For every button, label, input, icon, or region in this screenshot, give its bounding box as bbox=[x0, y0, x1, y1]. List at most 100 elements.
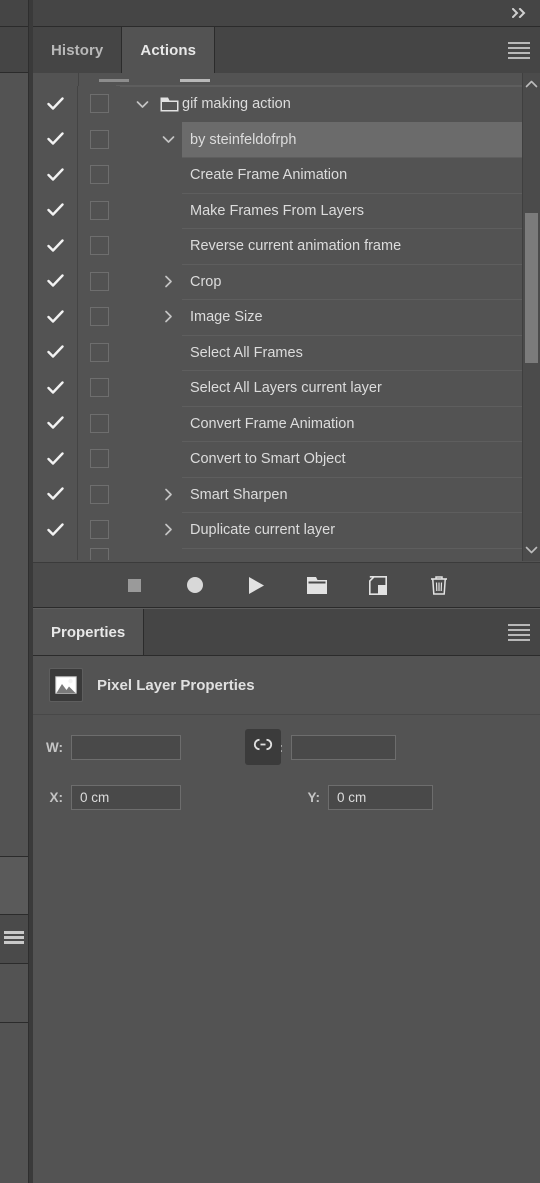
table-row[interactable]: by steinfeldofrph bbox=[33, 121, 523, 158]
chevron-down-icon[interactable] bbox=[128, 100, 156, 109]
properties-fields: W: H: bbox=[33, 728, 540, 816]
chevron-right-icon[interactable] bbox=[154, 310, 182, 323]
row-content: Crop bbox=[120, 263, 523, 300]
chevron-right-icon[interactable] bbox=[154, 488, 182, 501]
toggle-box bbox=[89, 94, 109, 114]
action-dialog-toggle[interactable] bbox=[78, 441, 120, 477]
width-input[interactable] bbox=[71, 734, 181, 760]
checkmark-icon bbox=[46, 345, 64, 359]
row-inner: Convert to Smart Object bbox=[182, 441, 523, 477]
checkmark-icon bbox=[46, 452, 64, 466]
record-circle-icon bbox=[187, 577, 203, 593]
action-dialog-toggle[interactable] bbox=[78, 370, 120, 406]
action-dialog-toggle[interactable] bbox=[78, 157, 120, 193]
tab-actions[interactable]: Actions bbox=[122, 27, 216, 73]
action-dialog-toggle[interactable] bbox=[78, 406, 120, 442]
table-row[interactable]: Select All Frames bbox=[33, 334, 523, 371]
scrollbar-thumb[interactable] bbox=[525, 213, 538, 363]
action-dialog-toggle[interactable] bbox=[78, 512, 120, 548]
x-input[interactable]: 0 cm bbox=[71, 784, 181, 810]
height-input[interactable] bbox=[291, 734, 396, 760]
actions-panel-tabbar: History Actions bbox=[33, 27, 540, 74]
photoshop-panel-screenshot: History Actions gif making action by ste… bbox=[0, 0, 540, 1183]
action-enabled-checkbox[interactable] bbox=[33, 86, 78, 122]
table-row[interactable]: Convert to Smart Object bbox=[33, 441, 523, 477]
chevron-down-icon[interactable] bbox=[154, 135, 182, 144]
delete-button[interactable] bbox=[425, 571, 453, 599]
action-enabled-checkbox[interactable] bbox=[33, 228, 78, 264]
toggle-box bbox=[89, 236, 109, 256]
action-enabled-checkbox[interactable] bbox=[33, 370, 78, 406]
actions-scrollbar[interactable] bbox=[522, 73, 540, 561]
checkmark-icon bbox=[46, 274, 64, 288]
action-dialog-toggle[interactable] bbox=[78, 228, 120, 264]
action-label: Convert Frame Animation bbox=[190, 415, 355, 432]
action-label: Image Size bbox=[190, 309, 263, 326]
dock-collapse-bar[interactable] bbox=[33, 0, 540, 27]
left-edge-tab-strip[interactable] bbox=[0, 27, 30, 73]
y-label: Y: bbox=[307, 789, 321, 805]
table-row[interactable]: Smart Sharpen bbox=[33, 476, 523, 513]
properties-title: Pixel Layer Properties bbox=[97, 676, 255, 694]
left-edge-collapse-strip[interactable] bbox=[0, 0, 30, 27]
tab-history[interactable]: History bbox=[33, 27, 123, 73]
action-dialog-toggle[interactable] bbox=[78, 335, 120, 371]
row-content: Convert to Smart Object bbox=[120, 441, 523, 477]
toggle-box bbox=[89, 413, 109, 433]
table-row[interactable]: Duplicate current layer bbox=[33, 512, 523, 548]
chevron-right-icon[interactable] bbox=[154, 275, 182, 288]
stop-button[interactable] bbox=[120, 571, 148, 599]
table-row[interactable]: Reverse current animation frame bbox=[33, 228, 523, 264]
action-enabled-checkbox[interactable] bbox=[33, 441, 78, 477]
action-dialog-toggle[interactable] bbox=[78, 122, 120, 158]
tab-properties[interactable]: Properties bbox=[33, 609, 145, 655]
action-dialog-toggle[interactable] bbox=[78, 86, 120, 122]
action-enabled-checkbox[interactable] bbox=[33, 405, 78, 441]
action-enabled-checkbox[interactable] bbox=[33, 512, 78, 548]
table-row[interactable]: Convert Frame Animation bbox=[33, 405, 523, 442]
scroll-down-arrow-icon[interactable] bbox=[523, 541, 540, 559]
table-row[interactable]: Select All Layers current layer bbox=[33, 370, 523, 406]
action-enabled-checkbox[interactable] bbox=[33, 476, 78, 512]
table-row[interactable]: Crop bbox=[33, 263, 523, 300]
double-chevron-right-icon[interactable] bbox=[512, 8, 530, 18]
table-row[interactable]: Image Size bbox=[33, 299, 523, 335]
action-dialog-toggle[interactable] bbox=[78, 299, 120, 335]
record-button[interactable] bbox=[181, 571, 209, 599]
row-inner: Smart Sharpen bbox=[182, 476, 523, 513]
action-label: by steinfeldofrph bbox=[190, 131, 297, 148]
checkmark-icon bbox=[46, 239, 64, 253]
properties-panel-menu-icon[interactable] bbox=[508, 624, 530, 641]
y-input[interactable]: 0 cm bbox=[328, 784, 433, 810]
action-enabled-checkbox[interactable] bbox=[33, 299, 78, 335]
toggle-box bbox=[89, 378, 109, 398]
wh-field-row: W: H: bbox=[33, 728, 540, 766]
action-dialog-toggle[interactable] bbox=[78, 193, 120, 229]
left-edge-hamburger-icon[interactable] bbox=[4, 931, 24, 947]
table-row[interactable]: Create Frame Animation bbox=[33, 157, 523, 193]
row-inner: Image Size bbox=[182, 299, 523, 335]
play-button[interactable] bbox=[242, 571, 270, 599]
table-row[interactable]: Make Frames From Layers bbox=[33, 192, 523, 229]
row-content: Duplicate current layer bbox=[120, 512, 523, 548]
actions-partial-row-bottom bbox=[33, 547, 523, 560]
row-inner-selected: by steinfeldofrph bbox=[182, 121, 523, 157]
checkmark-icon bbox=[46, 132, 64, 146]
scroll-up-arrow-icon[interactable] bbox=[523, 75, 540, 93]
new-set-button[interactable] bbox=[303, 571, 331, 599]
action-dialog-toggle[interactable] bbox=[78, 264, 120, 300]
action-label: Duplicate current layer bbox=[190, 522, 336, 539]
action-enabled-checkbox[interactable] bbox=[33, 263, 78, 299]
left-edge-strip-5 bbox=[0, 1023, 30, 1183]
link-wh-button[interactable] bbox=[245, 729, 281, 765]
action-enabled-checkbox[interactable] bbox=[33, 157, 78, 193]
action-enabled-checkbox[interactable] bbox=[33, 121, 78, 157]
actions-panel-menu-icon[interactable] bbox=[508, 42, 530, 59]
chevron-right-icon[interactable] bbox=[154, 523, 182, 536]
action-enabled-checkbox[interactable] bbox=[33, 192, 78, 228]
actions-list-viewport[interactable]: gif making action by steinfeldofrph Crea… bbox=[33, 73, 523, 561]
action-enabled-checkbox[interactable] bbox=[33, 334, 78, 370]
table-row[interactable]: gif making action bbox=[33, 86, 523, 122]
action-dialog-toggle[interactable] bbox=[78, 477, 120, 513]
new-action-button[interactable] bbox=[364, 571, 392, 599]
